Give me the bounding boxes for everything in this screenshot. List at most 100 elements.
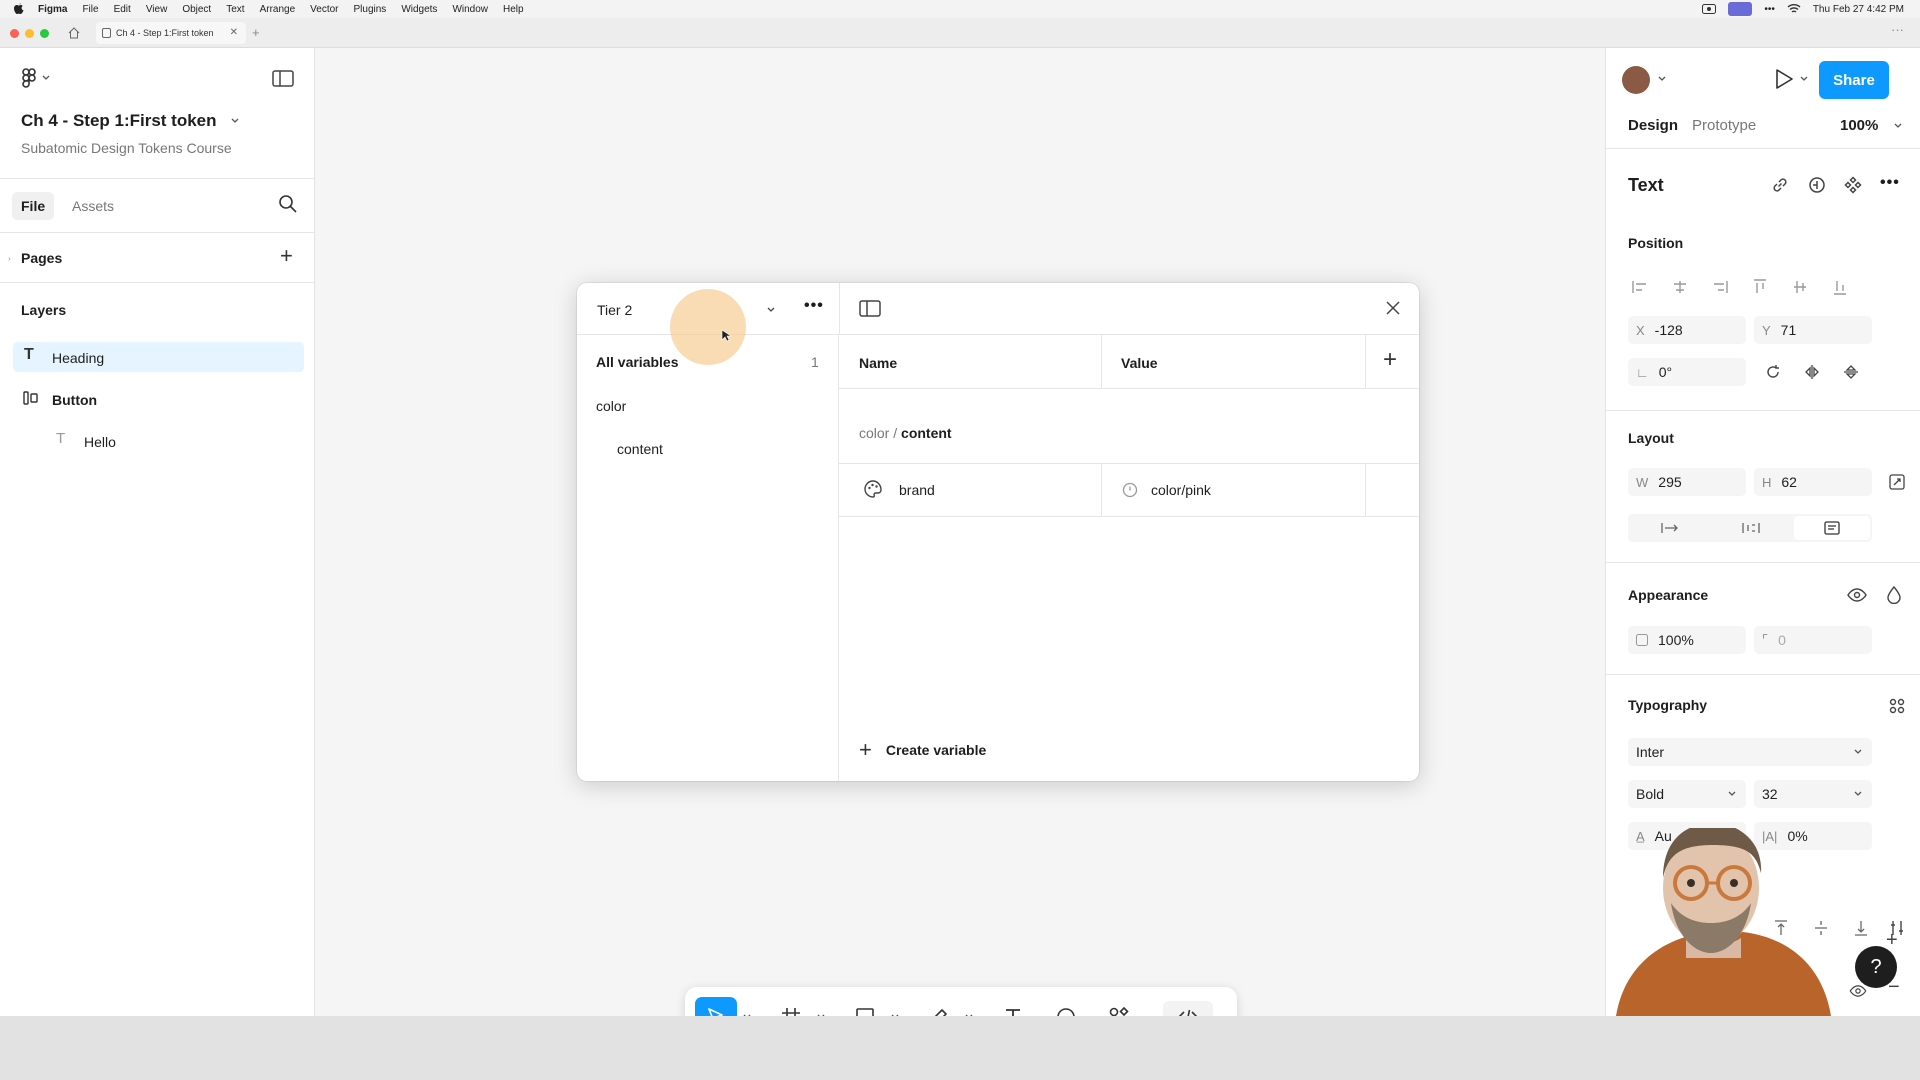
home-icon[interactable] (68, 27, 80, 39)
text-styles-icon[interactable] (1885, 694, 1909, 718)
present-play-icon[interactable] (1774, 68, 1794, 90)
tab-prototype[interactable]: Prototype (1692, 117, 1756, 134)
create-variable-button[interactable]: + Create variable (859, 737, 986, 762)
menu-vector[interactable]: Vector (310, 4, 338, 15)
project-name[interactable]: Subatomic Design Tokens Course (21, 140, 232, 156)
align-center-h-icon[interactable] (1668, 275, 1692, 299)
chevron-down-icon[interactable] (767, 307, 775, 313)
close-icon[interactable] (1385, 300, 1401, 316)
minimize-window-icon[interactable] (25, 29, 34, 38)
collection-options-icon[interactable]: ••• (804, 297, 824, 315)
variable-name[interactable]: brand (899, 482, 935, 498)
chevron-down-icon[interactable] (1894, 123, 1902, 129)
apple-icon[interactable] (14, 3, 28, 15)
more-icon[interactable]: ••• (1764, 4, 1775, 15)
link-icon[interactable] (1771, 176, 1789, 194)
tab-menu-icon[interactable]: ··· (1891, 22, 1904, 37)
component-icon[interactable] (1844, 176, 1862, 194)
layer-name-hello: Hello (84, 434, 116, 450)
plus-icon: + (859, 737, 872, 762)
y-field[interactable]: Y 71 (1754, 316, 1872, 344)
add-page-icon[interactable]: + (280, 245, 293, 267)
pages-collapse-icon[interactable]: › (8, 254, 11, 263)
chevron-down-icon (1854, 791, 1862, 797)
add-fill-icon[interactable]: + (1886, 929, 1898, 952)
zoom-level[interactable]: 100% (1840, 117, 1878, 134)
variable-value[interactable]: color/pink (1151, 482, 1211, 498)
help-button[interactable]: ? (1855, 946, 1897, 988)
style-icon[interactable] (1808, 176, 1826, 194)
table-header: Name Value + (839, 335, 1419, 389)
maximize-window-icon[interactable] (40, 29, 49, 38)
browser-tab-bar: Ch 4 - Step 1:First token ✕ + ··· (0, 18, 1920, 48)
menu-help[interactable]: Help (503, 4, 524, 15)
font-size-select[interactable]: 32 (1754, 780, 1872, 808)
macos-menubar: Figma File Edit View Object Text Arrange… (0, 0, 1920, 18)
resize-to-fit-icon[interactable] (1885, 470, 1909, 494)
control-center-icon[interactable] (1728, 2, 1753, 16)
menu-file[interactable]: File (82, 4, 98, 15)
rotation-field[interactable]: ∟ 0° (1628, 358, 1746, 386)
toggle-sidebar-icon[interactable] (272, 70, 294, 87)
font-weight-select[interactable]: Bold (1628, 780, 1746, 808)
auto-height-icon[interactable] (1739, 516, 1763, 540)
toggle-sidebar-icon[interactable] (859, 300, 881, 317)
file-tab[interactable]: Ch 4 - Step 1:First token ✕ (96, 22, 246, 44)
align-center-v-icon[interactable] (1788, 275, 1812, 299)
align-left-icon[interactable] (1628, 275, 1652, 299)
all-variables-label: All variables (596, 354, 679, 370)
group-color-label: color (596, 398, 627, 414)
align-right-icon[interactable] (1708, 275, 1732, 299)
height-field[interactable]: H 62 (1754, 468, 1872, 496)
pages-heading[interactable]: Pages (21, 250, 62, 266)
alias-icon (1122, 482, 1138, 498)
menu-object[interactable]: Object (182, 4, 211, 15)
opacity-field[interactable]: 100% (1628, 626, 1746, 654)
menu-figma[interactable]: Figma (38, 4, 67, 15)
add-mode-icon[interactable]: + (1383, 348, 1397, 372)
wifi-icon[interactable] (1787, 4, 1801, 14)
rotate-icon[interactable] (1761, 360, 1785, 384)
left-sidebar: Ch 4 - Step 1:First token Subatomic Desi… (0, 48, 315, 1016)
auto-width-icon[interactable] (1658, 516, 1682, 540)
share-button[interactable]: Share (1819, 61, 1889, 99)
search-icon[interactable] (278, 194, 298, 214)
flip-horizontal-icon[interactable] (1800, 360, 1824, 384)
collection-select[interactable]: Tier 2 (597, 300, 783, 320)
main-menu-button[interactable] (22, 68, 50, 88)
group-path: color / content (859, 425, 952, 441)
close-window-icon[interactable] (10, 29, 19, 38)
font-family-select[interactable]: Inter (1628, 738, 1872, 766)
tab-file[interactable]: File (21, 198, 45, 214)
menu-widgets[interactable]: Widgets (401, 4, 437, 15)
eye-icon[interactable] (1845, 583, 1869, 607)
file-title-button[interactable]: Ch 4 - Step 1:First token (21, 111, 239, 131)
screen-record-icon[interactable] (1702, 4, 1717, 14)
chevron-down-icon[interactable] (1800, 76, 1808, 82)
menu-text[interactable]: Text (226, 4, 244, 15)
menu-window[interactable]: Window (452, 4, 488, 15)
rotation-value: 0° (1658, 364, 1673, 380)
menu-edit[interactable]: Edit (114, 4, 131, 15)
new-tab-icon[interactable]: + (252, 25, 260, 40)
align-bottom-icon[interactable] (1828, 275, 1852, 299)
menu-arrange[interactable]: Arrange (260, 4, 296, 15)
tab-assets[interactable]: Assets (72, 198, 114, 214)
menu-view[interactable]: View (146, 4, 168, 15)
chevron-down-icon[interactable] (1658, 76, 1666, 82)
blend-mode-icon[interactable] (1882, 583, 1906, 607)
group-path-separator: / (893, 425, 898, 441)
properties-panel: Share Design Prototype 100% Text ••• Pos… (1605, 48, 1920, 1016)
w-label: W (1636, 474, 1649, 490)
avatar[interactable] (1622, 66, 1650, 94)
x-field[interactable]: X -128 (1628, 316, 1746, 344)
menu-plugins[interactable]: Plugins (354, 4, 387, 15)
group-path-child: content (901, 425, 952, 441)
flip-vertical-icon[interactable] (1839, 360, 1863, 384)
close-tab-icon[interactable]: ✕ (230, 27, 238, 38)
tab-design[interactable]: Design (1628, 117, 1678, 134)
align-top-icon[interactable] (1748, 275, 1772, 299)
more-options-icon[interactable]: ••• (1880, 174, 1900, 192)
corner-radius-field[interactable]: ⌜ 0 (1754, 626, 1872, 654)
width-field[interactable]: W 295 (1628, 468, 1746, 496)
